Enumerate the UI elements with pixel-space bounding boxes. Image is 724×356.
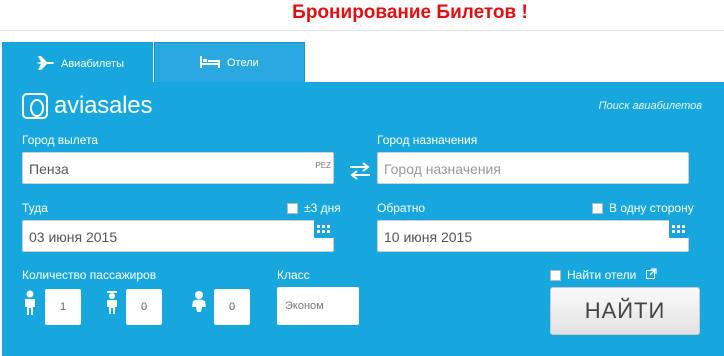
- depart-date-value: 03 июня 2015: [29, 229, 118, 245]
- tab-hotels[interactable]: Отели: [154, 42, 305, 82]
- origin-value: Пенза: [29, 161, 69, 177]
- destination-input[interactable]: Город назначения: [377, 152, 689, 184]
- oneway-label: В одну сторону: [609, 201, 694, 215]
- class-label: Класс: [277, 268, 310, 282]
- find-hotels-checkbox[interactable]: [550, 269, 561, 281]
- flex-dates-option[interactable]: ±3 дня: [287, 201, 341, 215]
- origin-label: Город вылета: [22, 133, 99, 147]
- search-panel: aviasales Поиск авиабилетов Город вылета…: [2, 82, 724, 356]
- flex-dates-label: ±3 дня: [304, 201, 341, 215]
- destination-placeholder: Город назначения: [384, 161, 501, 177]
- find-hotels-label: Найти отели: [567, 268, 637, 282]
- destination-label: Город назначения: [377, 133, 478, 147]
- depart-label: Туда: [22, 201, 48, 215]
- calendar-icon[interactable]: [313, 215, 335, 242]
- bed-icon: [199, 55, 221, 72]
- page-title: Бронирование Билетов !: [292, 2, 528, 23]
- external-link-icon[interactable]: [646, 268, 657, 282]
- find-button[interactable]: НАЙТИ: [550, 287, 700, 335]
- return-date-value: 10 июня 2015: [384, 229, 473, 245]
- brand-name: aviasales: [54, 92, 153, 119]
- airplane-icon: [35, 55, 55, 74]
- search-flights-link[interactable]: Поиск авиабилетов: [599, 100, 702, 112]
- aviasales-logo: aviasales: [22, 92, 152, 120]
- child-icon: [104, 290, 120, 321]
- return-label: Обратно: [377, 201, 426, 215]
- swap-icon[interactable]: [348, 162, 372, 185]
- passengers-label: Количество пассажиров: [22, 268, 157, 282]
- infants-input[interactable]: 0: [214, 289, 250, 325]
- oneway-checkbox[interactable]: [592, 202, 603, 214]
- tab-flights[interactable]: Авиабилеты: [2, 42, 153, 84]
- oneway-option[interactable]: В одну сторону: [592, 201, 694, 215]
- infant-icon: [189, 290, 209, 319]
- children-input[interactable]: 0: [126, 289, 162, 325]
- flex-dates-checkbox[interactable]: [287, 202, 298, 214]
- tab-flights-label: Авиабилеты: [61, 57, 125, 70]
- adults-input[interactable]: 1: [45, 289, 81, 325]
- return-date-input[interactable]: 10 июня 2015: [377, 215, 689, 252]
- adult-icon: [22, 290, 38, 321]
- class-select[interactable]: Эконом: [277, 287, 359, 325]
- origin-code: PEZ: [315, 161, 331, 170]
- calendar-icon[interactable]: [668, 215, 690, 242]
- aviasales-logo-icon: [22, 93, 48, 119]
- origin-input[interactable]: Пенза PEZ: [22, 152, 334, 184]
- depart-date-input[interactable]: 03 июня 2015: [22, 215, 334, 252]
- find-hotels-option[interactable]: Найти отели: [550, 268, 657, 282]
- tab-hotels-label: Отели: [227, 56, 259, 69]
- divider: [0, 30, 724, 31]
